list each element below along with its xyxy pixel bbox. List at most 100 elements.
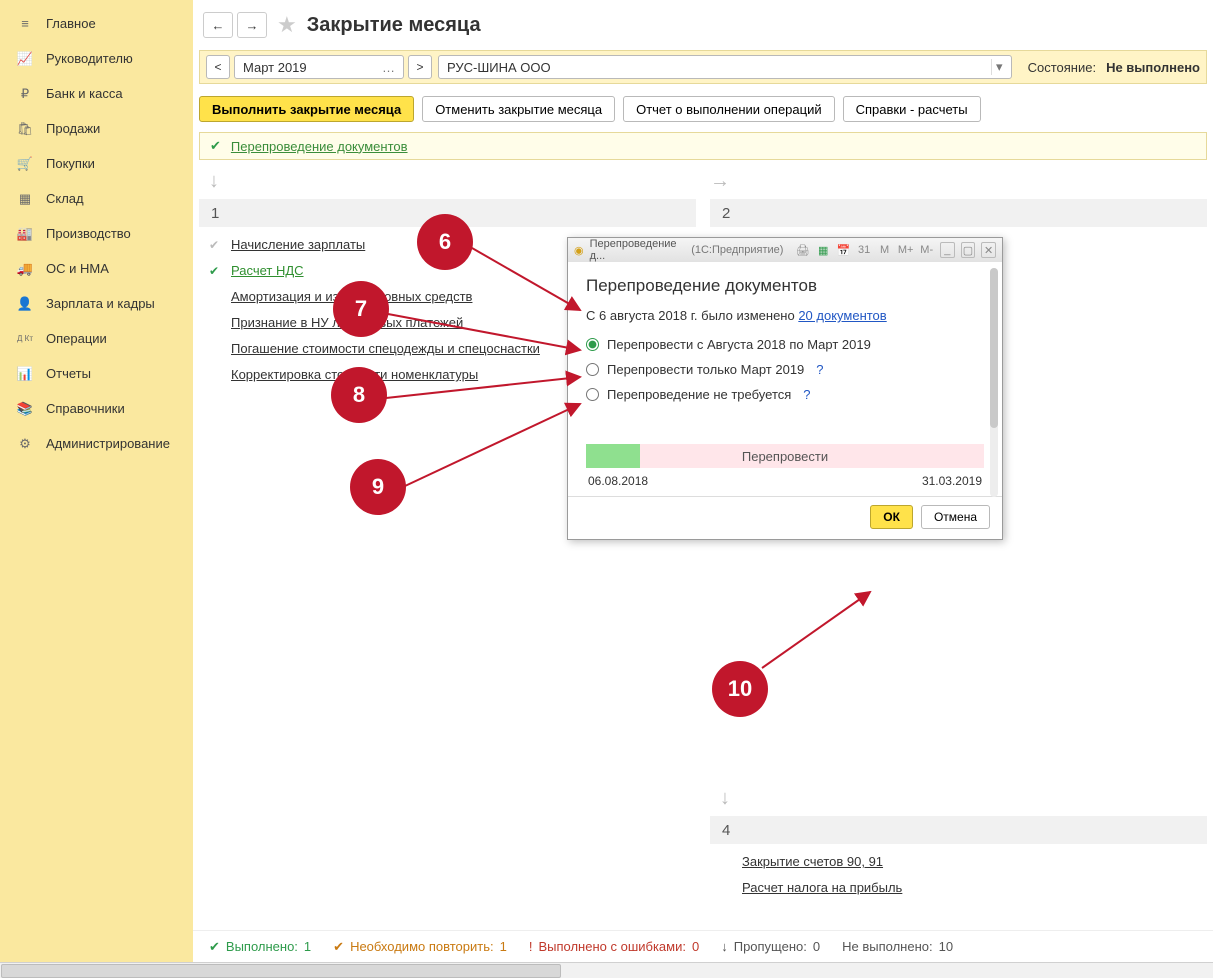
dialog-footer: ОК Отмена: [568, 496, 1002, 539]
menu-icon: ≡: [16, 15, 34, 33]
calendar-icon[interactable]: 📅: [836, 242, 850, 258]
state-value: Не выполнено: [1106, 60, 1200, 75]
month-field[interactable]: Март 2019 …: [234, 55, 404, 79]
sidebar-item-label: Зарплата и кадры: [46, 296, 155, 311]
sidebar-item-warehouse[interactable]: ▦Склад: [0, 181, 193, 216]
sidebar-item-purchases[interactable]: 🛒Покупки: [0, 146, 193, 181]
status-errors: ! Выполнено с ошибками: 0: [529, 939, 699, 954]
app-logo-icon: ◉: [574, 244, 584, 257]
sidebar-item-production[interactable]: 🏭 Производство: [0, 216, 193, 251]
radio-repost-range[interactable]: Перепровести с Августа 2018 по Март 2019: [586, 337, 984, 352]
progress-date-to: 31.03.2019: [922, 474, 982, 488]
sidebar-item-label: Главное: [46, 16, 96, 31]
factory-icon: 🏭: [16, 225, 34, 243]
grid-icon[interactable]: ▦: [816, 242, 830, 258]
ok-button[interactable]: ОК: [870, 505, 913, 529]
dialog-titlebar[interactable]: ◉ Перепроведение д... (1С:Предприятие) 🖨…: [568, 238, 1002, 262]
sidebar-item-label: Администрирование: [46, 436, 170, 451]
sidebar-item-label: Руководителю: [46, 51, 133, 66]
month-value: Март 2019: [243, 60, 307, 75]
repost-documents-link[interactable]: Перепроведение документов: [231, 139, 408, 154]
dialog-info-text: С 6 августа 2018 г. было изменено 20 док…: [586, 308, 984, 323]
sidebar-item-label: Производство: [46, 226, 131, 241]
repost-banner: ✔ Перепроведение документов: [199, 132, 1207, 160]
block-2-header: 2: [710, 199, 1207, 227]
progress-date-from: 06.08.2018: [588, 474, 648, 488]
period-toolbar: < Март 2019 … > РУС-ШИНА ООО ▾ Состояние…: [199, 50, 1207, 84]
sidebar-item-label: Отчеты: [46, 366, 91, 381]
calc-mminus-button[interactable]: M-: [919, 242, 933, 258]
horizontal-scrollbar[interactable]: [0, 962, 1213, 978]
sidebar-item-admin[interactable]: ⚙Администрирование: [0, 426, 193, 461]
page-header: ← → ★ Закрытие месяца: [193, 0, 1213, 50]
date-icon[interactable]: 31: [857, 242, 871, 258]
progress-section: Перепровести 06.08.2018 31.03.2019: [586, 444, 984, 488]
status-not-done: Не выполнено: 10: [842, 939, 953, 954]
flow-arrow-icon: ↓: [720, 787, 1207, 810]
maximize-button[interactable]: ▢: [961, 242, 976, 258]
radio-repost-month[interactable]: Перепровести только Март 2019 ?: [586, 362, 984, 377]
sidebar-item-assets[interactable]: 🚚ОС и НМА: [0, 251, 193, 286]
org-value: РУС-ШИНА ООО: [447, 60, 551, 75]
radio-input[interactable]: [586, 338, 599, 351]
next-month-button[interactable]: >: [408, 55, 432, 79]
status-icon: ✔: [209, 238, 225, 252]
sidebar-item-label: Покупки: [46, 156, 95, 171]
run-closing-button[interactable]: Выполнить закрытие месяца: [199, 96, 414, 122]
calc-mplus-button[interactable]: M+: [898, 242, 914, 258]
dtkt-icon: Д Кт: [16, 330, 34, 348]
sidebar-item-label: Продажи: [46, 121, 100, 136]
sidebar-item-label: Справочники: [46, 401, 125, 416]
sidebar-item-hr[interactable]: 👤Зарплата и кадры: [0, 286, 193, 321]
boxes-icon: ▦: [16, 190, 34, 208]
annotation-9: 9: [350, 459, 406, 515]
radio-no-repost[interactable]: Перепроведение не требуется ?: [586, 387, 984, 402]
sidebar-item-bank[interactable]: ₽Банк и касса: [0, 76, 193, 111]
dialog-title-text: Перепроведение д...: [590, 238, 686, 262]
help-icon[interactable]: ?: [816, 362, 823, 377]
scrollbar-thumb[interactable]: [1, 964, 561, 978]
state-label: Состояние:: [1028, 60, 1096, 75]
sidebar-item-operations[interactable]: Д Кт Операции: [0, 321, 193, 356]
calc-m-button[interactable]: M: [877, 242, 891, 258]
op-close-9091[interactable]: Закрытие счетов 90, 91: [742, 854, 1207, 869]
progress-bar: Перепровести: [586, 444, 984, 468]
scrollbar-thumb[interactable]: [990, 268, 998, 428]
spravki-button[interactable]: Справки - расчеты: [843, 96, 981, 122]
flow-arrow-right-icon: →: [710, 170, 730, 193]
op-profit-tax[interactable]: Расчет налога на прибыль: [742, 880, 1207, 895]
flow-arrow-icon: ↓: [209, 170, 696, 193]
operations-report-button[interactable]: Отчет о выполнении операций: [623, 96, 835, 122]
sidebar-item-main[interactable]: ≡ Главное: [0, 6, 193, 41]
close-button[interactable]: ✕: [981, 242, 996, 258]
org-field[interactable]: РУС-ШИНА ООО ▾: [438, 55, 1012, 79]
status-repeat: ✔ Необходимо повторить: 1: [333, 939, 507, 955]
cancel-closing-button[interactable]: Отменить закрытие месяца: [422, 96, 615, 122]
chart-icon: 📈: [16, 50, 34, 68]
progress-label: Перепровести: [586, 449, 984, 464]
repost-dialog: ◉ Перепроведение д... (1С:Предприятие) 🖨…: [567, 237, 1003, 540]
month-picker-button[interactable]: …: [378, 60, 399, 75]
print-icon[interactable]: 🖨: [795, 242, 809, 258]
sidebar-item-catalog[interactable]: 📚Справочники: [0, 391, 193, 426]
radio-input[interactable]: [586, 363, 599, 376]
sidebar-item-reports[interactable]: 📊Отчеты: [0, 356, 193, 391]
cancel-button[interactable]: Отмена: [921, 505, 990, 529]
dialog-app-name: (1С:Предприятие): [691, 244, 783, 256]
org-dropdown-button[interactable]: ▾: [991, 59, 1007, 75]
sidebar-item-manager[interactable]: 📈 Руководителю: [0, 41, 193, 76]
help-icon[interactable]: ?: [803, 387, 810, 402]
status-skipped: ↓ Пропущено: 0: [721, 939, 820, 954]
prev-month-button[interactable]: <: [206, 55, 230, 79]
favorite-star-icon[interactable]: ★: [277, 12, 297, 38]
changed-docs-link[interactable]: 20 документов: [798, 308, 886, 323]
sidebar-item-label: Операции: [46, 331, 107, 346]
annotation-7: 7: [333, 281, 389, 337]
sidebar-item-sales[interactable]: 🛍Продажи: [0, 111, 193, 146]
dialog-scrollbar[interactable]: [990, 268, 998, 497]
nav-back-button[interactable]: ←: [203, 12, 233, 38]
minimize-button[interactable]: _: [940, 242, 955, 258]
nav-forward-button[interactable]: →: [237, 12, 267, 38]
annotation-10: 10: [712, 661, 768, 717]
radio-input[interactable]: [586, 388, 599, 401]
